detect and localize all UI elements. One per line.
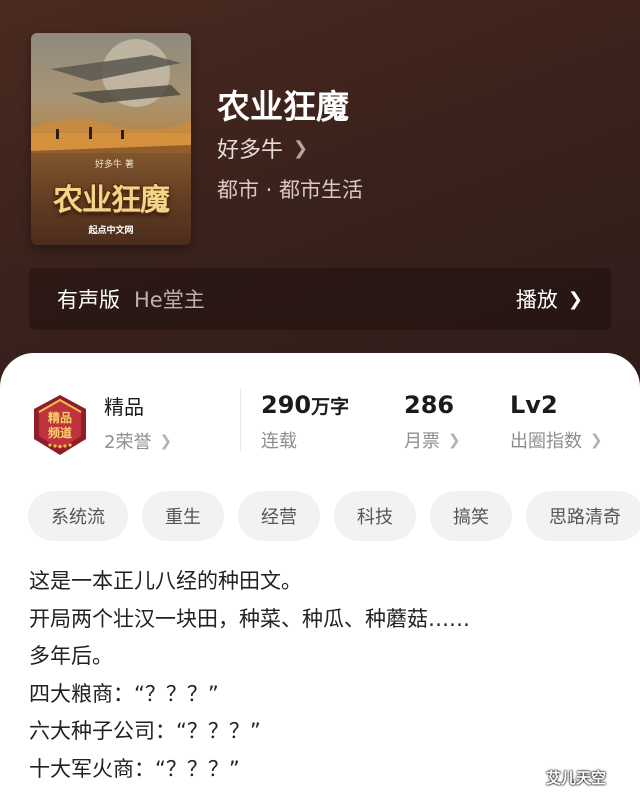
quality-stat[interactable]: 精品 2荣誉 ❯ xyxy=(104,391,172,454)
description-line: 这是一本正儿八经的种田文。 xyxy=(29,569,302,593)
description-line: 多年后。 xyxy=(29,644,113,668)
cover-publisher: 起点中文网 xyxy=(88,226,134,236)
cover-author: 好多牛 著 xyxy=(95,160,134,170)
audiobook-label: 有声版 xyxy=(57,288,120,312)
quality-badge-icon: 精品 频道 xyxy=(34,395,86,455)
monthly-ticket-stat[interactable]: 286 月票 ❯ xyxy=(404,391,461,453)
author-name: 好多牛 xyxy=(217,138,284,163)
watermark-text: 艾儿天空 xyxy=(546,769,607,787)
tag-chip[interactable]: 重生 xyxy=(142,491,224,541)
cover-title: 农业狂魔 xyxy=(53,183,170,218)
honor-count: 2荣誉 xyxy=(104,432,152,453)
chevron-right-icon: ❯ xyxy=(448,431,461,449)
narrator-name: He堂主 xyxy=(134,288,205,312)
chevron-right-icon: ❯ xyxy=(590,431,603,449)
book-info-card: 精品 频道 精品 2荣誉 ❯ 290万字 连载 286 月票 ❯ Lv2 出圈指 xyxy=(0,353,640,807)
tag-chip[interactable]: 科技 xyxy=(334,491,416,541)
play-button[interactable]: 播放 ❯ xyxy=(516,284,583,314)
badge-line2: 频道 xyxy=(48,425,72,440)
serial-status: 连载 xyxy=(261,431,297,452)
description-line: 开局两个壮汉一块田，种菜、种瓜、种蘑菇…… xyxy=(29,606,470,631)
description-line: 十大军火商：“？？？” xyxy=(29,756,240,781)
tag-chip[interactable]: 思路清奇 xyxy=(526,491,640,541)
audiobook-bar[interactable]: 有声版 He堂主 播放 ❯ xyxy=(29,268,611,330)
tag-chip[interactable]: 搞笑 xyxy=(430,491,512,541)
genre-text[interactable]: 都市 · 都市生活 xyxy=(217,174,363,204)
chevron-right-icon: ❯ xyxy=(567,288,583,310)
book-header: 好多牛 著 农业狂魔 起点中文网 农业狂魔 好多牛 ❯ 都市 · 都市生活 有声… xyxy=(0,0,640,400)
book-title: 农业狂魔 xyxy=(217,87,349,126)
tag-chip[interactable]: 经营 xyxy=(238,491,320,541)
quality-title: 精品 xyxy=(104,395,144,419)
popularity-label: 出圈指数 xyxy=(510,431,582,452)
popularity-stat[interactable]: Lv2 出圈指数 ❯ xyxy=(510,391,603,453)
book-description[interactable]: 这是一本正儿八经的种田文。 开局两个壮汉一块田，种菜、种瓜、种蘑菇…… 多年后。… xyxy=(29,563,470,788)
author-link[interactable]: 好多牛 ❯ xyxy=(217,132,308,164)
word-count-unit: 万字 xyxy=(311,396,350,418)
monthly-ticket-value: 286 xyxy=(404,391,455,419)
description-line: 四大粮商：“？？？” xyxy=(29,681,219,706)
stats-divider xyxy=(240,389,241,451)
monthly-ticket-label: 月票 xyxy=(404,431,440,452)
badge-line1: 精品 xyxy=(48,410,72,425)
description-line: 六大种子公司：“？？？” xyxy=(29,719,261,743)
tag-chip[interactable]: 系统流 xyxy=(28,491,128,541)
book-cover[interactable]: 好多牛 著 农业狂魔 起点中文网 xyxy=(31,33,191,245)
chevron-right-icon: ❯ xyxy=(159,432,173,450)
word-count-stat: 290万字 连载 xyxy=(261,391,349,453)
word-count-value: 290 xyxy=(261,391,312,419)
popularity-level: Lv2 xyxy=(510,391,558,419)
play-label: 播放 xyxy=(515,288,558,312)
tag-list: 系统流 重生 经营 科技 搞笑 思路清奇 xyxy=(28,491,640,541)
chevron-right-icon: ❯ xyxy=(293,137,309,159)
